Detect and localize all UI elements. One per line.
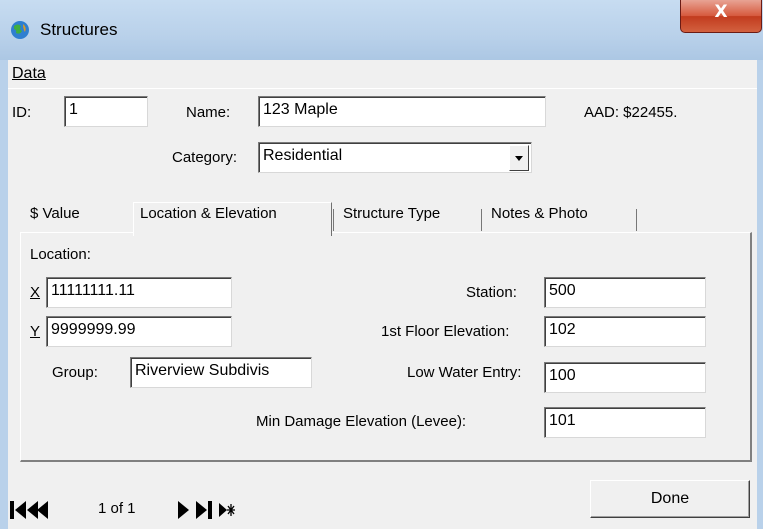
x-field[interactable]: 11111111.11 [46, 277, 232, 308]
tab-separator [481, 209, 482, 231]
next-record-icon[interactable] [176, 500, 192, 520]
window-title: Structures [40, 20, 118, 39]
id-label: ID: [12, 104, 32, 121]
close-icon: X [714, 2, 728, 22]
x-label: X [30, 284, 41, 301]
category-dropdown-button[interactable] [509, 145, 529, 171]
tab-notes-photo[interactable]: Notes & Photo [491, 205, 588, 233]
tab-separator [636, 209, 637, 231]
station-field[interactable]: 500 [544, 277, 706, 308]
low-water-field[interactable]: 100 [544, 362, 706, 393]
tab-location-elevation[interactable]: Location & Elevation [140, 205, 277, 233]
category-label: Category: [172, 149, 238, 166]
close-button[interactable]: X [680, 0, 762, 33]
tab-value[interactable]: $ Value [30, 205, 80, 233]
menu-data-label: Data [12, 65, 46, 82]
name-field[interactable]: 123 Maple [258, 96, 546, 127]
group-label: Group: [52, 364, 98, 381]
app-globe-icon [11, 21, 29, 39]
category-select-value: Residential [263, 147, 343, 164]
station-label: Station: [466, 284, 517, 301]
first-floor-label: 1st Floor Elevation: [381, 323, 510, 340]
tab-structure-type[interactable]: Structure Type [343, 205, 440, 233]
y-label: Y [30, 323, 41, 340]
group-field[interactable]: Riverview Subdivis [130, 357, 312, 388]
low-water-label: Low Water Entry: [407, 364, 522, 381]
previous-record-icon[interactable] [34, 500, 50, 520]
window-frame-left [0, 60, 8, 529]
min-damage-label: Min Damage Elevation (Levee): [256, 413, 467, 430]
last-record-icon[interactable] [194, 500, 220, 520]
name-label: Name: [186, 104, 231, 121]
record-position: 1 of 1 [98, 500, 136, 517]
aad-value: AAD: $22455. [584, 104, 678, 121]
chevron-down-icon [515, 156, 523, 161]
min-damage-field[interactable]: 101 [544, 407, 706, 438]
menu-data[interactable]: Data [12, 65, 46, 83]
window-frame-right [757, 60, 763, 529]
done-button[interactable]: Done [590, 480, 750, 518]
new-record-icon[interactable] [218, 500, 236, 520]
menu-bar [8, 60, 757, 89]
first-floor-field[interactable]: 102 [544, 316, 706, 347]
y-field[interactable]: 9999999.99 [46, 316, 232, 347]
id-field[interactable]: 1 [64, 96, 148, 127]
category-select[interactable]: Residential [258, 142, 532, 173]
location-label: Location: [30, 246, 91, 263]
tab-separator [333, 209, 334, 231]
